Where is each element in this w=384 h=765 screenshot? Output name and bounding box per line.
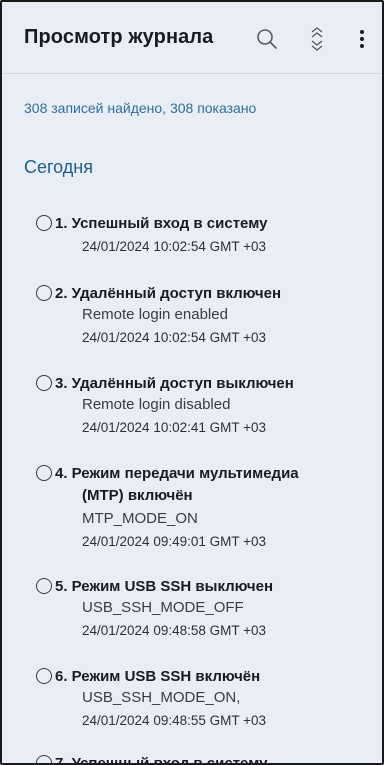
entry-timestamp: 24/01/2024 10:02:54 GMT +03 xyxy=(82,330,267,345)
entry-timestamp: 24/01/2024 10:02:41 GMT +03 xyxy=(82,420,267,435)
top-app-bar: Просмотр журнала xyxy=(2,2,382,74)
entry-timestamp: 24/01/2024 09:48:58 GMT +03 xyxy=(82,623,267,638)
expand-collapse-icon xyxy=(311,27,323,51)
select-radio[interactable] xyxy=(36,755,52,763)
search-button[interactable] xyxy=(252,24,282,54)
entry-title: 6. Режим USB SSH включён xyxy=(55,668,261,685)
expand-collapse-button[interactable] xyxy=(302,24,332,54)
more-vert-icon xyxy=(360,30,364,48)
entry-title: 3. Удалённый доступ выключен xyxy=(55,375,294,392)
entry-timestamp: 24/01/2024 10:02:54 GMT +03 xyxy=(82,239,267,254)
results-summary: 308 записей найдено, 308 показано xyxy=(24,100,257,116)
entry-detail: Remote login disabled xyxy=(82,396,231,413)
entry-detail: USB_SSH_MODE_OFF xyxy=(82,599,244,616)
entry-timestamp: 24/01/2024 09:48:55 GMT +03 xyxy=(82,713,267,728)
entry-timestamp: 24/01/2024 09:49:01 GMT +03 xyxy=(82,534,267,549)
entry-title: 2. Удалённый доступ включен xyxy=(55,285,282,302)
select-radio[interactable] xyxy=(36,668,52,684)
entry-detail: USB_SSH_MODE_ON, xyxy=(82,689,241,706)
select-radio[interactable] xyxy=(36,375,52,391)
entry-detail: Remote login enabled xyxy=(82,306,228,323)
select-radio[interactable] xyxy=(36,215,52,231)
more-options-button[interactable] xyxy=(347,24,377,54)
search-icon xyxy=(257,29,277,49)
select-radio[interactable] xyxy=(36,285,52,301)
entry-title: 4. Режим передачи мультимедиа xyxy=(55,465,299,482)
page-title: Просмотр журнала xyxy=(24,26,214,48)
screen: Просмотр журнала 308 записей найдено, 30… xyxy=(0,0,384,765)
entry-title: 7. Успешный вход в систему xyxy=(55,755,268,765)
entry-detail: MTP_MODE_ON xyxy=(82,510,198,527)
entry-title: 5. Режим USB SSH выключен xyxy=(55,578,274,595)
entry-title: 1. Успешный вход в систему xyxy=(55,215,268,232)
section-header-today: Сегодня xyxy=(24,157,93,177)
select-radio[interactable] xyxy=(36,578,52,594)
select-radio[interactable] xyxy=(36,465,52,481)
entry-title-continued: (MTP) включён xyxy=(82,487,193,504)
